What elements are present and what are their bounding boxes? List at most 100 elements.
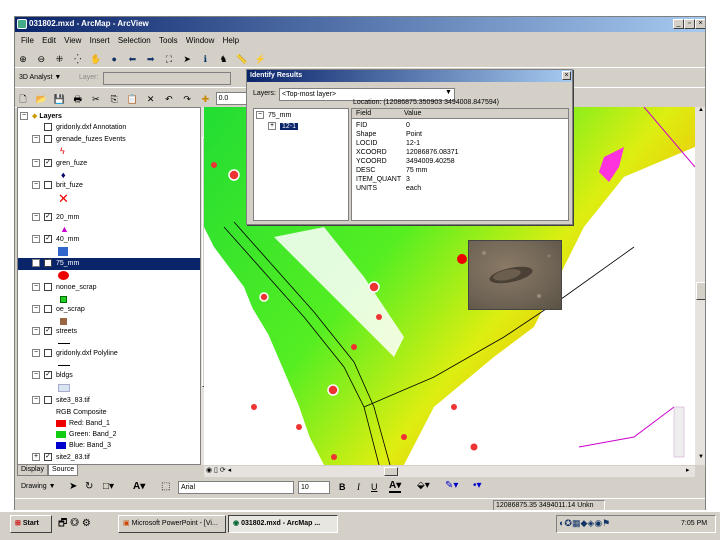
layer-checkbox[interactable] xyxy=(44,123,52,132)
layer-item[interactable]: − ✓ gren_fuze xyxy=(32,158,87,170)
start-button[interactable]: ⊞ Start xyxy=(10,515,52,533)
menu-insert[interactable]: Insert xyxy=(90,34,110,48)
menu-selection[interactable]: Selection xyxy=(118,34,151,48)
layer-dropdown[interactable] xyxy=(103,72,231,85)
delete-icon[interactable]: ✕ xyxy=(144,92,158,106)
new-icon[interactable]: 🗋 xyxy=(16,92,30,106)
drawing-menu[interactable]: Drawing ▼ xyxy=(21,483,56,490)
forward-icon[interactable]: ➡ xyxy=(144,52,158,66)
layer-item[interactable]: gridonly.dxf Annotation xyxy=(32,122,126,134)
collapse-icon[interactable]: − xyxy=(32,327,40,336)
layer-item[interactable]: − ✓ 20_mm xyxy=(32,212,79,224)
callout-icon[interactable]: ⬚ xyxy=(161,481,170,492)
layer-item[interactable]: − oe_scrap xyxy=(32,304,85,316)
zoom-in-icon[interactable]: ⊕ xyxy=(16,52,30,66)
tab-display[interactable]: Display xyxy=(17,464,48,476)
layer-item[interactable]: − nonoe_scrap xyxy=(32,282,96,294)
map-hscroll-thumb[interactable] xyxy=(384,467,398,476)
menu-view[interactable]: View xyxy=(64,34,81,48)
layer-checkbox[interactable]: ✓ xyxy=(44,213,52,222)
select-features-icon[interactable]: ⛶ xyxy=(162,52,176,66)
map-horizontal-scrollbar[interactable]: ◉ ▯ ⟳ ◂ ▸ xyxy=(204,466,695,477)
3d-analyst-menu[interactable]: 3D Analyst ▼ xyxy=(19,74,61,81)
quick-launch-icons[interactable]: 🗗 ◎ ⚙ xyxy=(58,516,91,533)
collapse-icon[interactable]: − xyxy=(32,305,40,314)
line-color-icon[interactable]: ✎▾ xyxy=(445,480,458,491)
layer-checkbox[interactable] xyxy=(44,396,52,405)
scroll-down-icon[interactable]: ▼ xyxy=(696,454,705,464)
layer-item[interactable]: − ✓ bldgs xyxy=(32,370,73,382)
collapse-icon[interactable]: − xyxy=(32,283,40,292)
close-button[interactable]: × xyxy=(695,19,705,29)
menu-window[interactable]: Window xyxy=(186,34,214,48)
underline-button[interactable]: U xyxy=(371,482,378,492)
tray-icons[interactable]: ◐✪▦◆◈◉⚑ xyxy=(559,518,610,529)
layer-item[interactable]: − ✓ streets xyxy=(32,326,77,338)
collapse-icon[interactable]: − xyxy=(32,259,40,268)
collapse-icon[interactable]: − xyxy=(32,349,40,358)
text-tool-icon[interactable]: A▾ xyxy=(133,481,145,492)
layer-item[interactable]: + ✓ site2_83.tif xyxy=(32,452,90,464)
layer-checkbox[interactable]: ✓ xyxy=(44,327,52,336)
collapse-icon[interactable]: − xyxy=(32,135,40,144)
layer-checkbox[interactable]: ✓ xyxy=(44,159,52,168)
layer-checkbox[interactable] xyxy=(44,305,52,314)
font-dropdown[interactable]: Arial xyxy=(178,481,294,494)
redo-icon[interactable]: ↷ xyxy=(180,92,194,106)
menu-help[interactable]: Help xyxy=(223,34,239,48)
undo-icon[interactable]: ↶ xyxy=(162,92,176,106)
tree-child[interactable]: +12-1 xyxy=(268,122,299,130)
layer-item[interactable]: − gridonly.dxf Polyline xyxy=(32,348,118,360)
layer-item[interactable]: − ✓ 40_mm xyxy=(32,234,79,246)
collapse-icon[interactable]: − xyxy=(32,159,40,168)
find-icon[interactable]: ♞ xyxy=(217,52,231,66)
copy-icon[interactable]: ⎘ xyxy=(107,92,121,106)
back-icon[interactable]: ⬅ xyxy=(125,52,139,66)
font-size-dropdown[interactable]: 10 xyxy=(298,481,330,494)
layer-checkbox[interactable]: ✓ xyxy=(44,371,52,380)
tab-source[interactable]: Source xyxy=(47,464,79,476)
hyperlink-icon[interactable]: ⚡ xyxy=(253,52,267,66)
layer-checkbox[interactable] xyxy=(44,135,52,144)
measure-icon[interactable]: 📏 xyxy=(235,52,249,66)
layer-checkbox[interactable]: ✓ xyxy=(44,453,52,462)
collapse-icon[interactable]: − xyxy=(32,371,40,380)
expand-icon[interactable]: + xyxy=(268,122,276,130)
print-icon[interactable]: 🖶 xyxy=(71,92,85,106)
collapse-icon[interactable]: − xyxy=(32,213,40,222)
rotate-icon[interactable]: ↻ xyxy=(85,481,93,492)
menu-tools[interactable]: Tools xyxy=(159,34,178,48)
collapse-icon[interactable]: − xyxy=(20,112,28,121)
map-vertical-scrollbar[interactable]: ▲ ▼ xyxy=(695,107,705,465)
tree-root[interactable]: −75_mm xyxy=(256,111,291,119)
italic-button[interactable]: I xyxy=(357,482,360,492)
task-powerpoint[interactable]: ▣ Microsoft PowerPoint - [Vi... xyxy=(118,515,226,533)
layer-item[interactable]: − site3_83.tif xyxy=(32,395,90,407)
rectangle-tool-icon[interactable]: □▾ xyxy=(103,481,114,492)
cut-icon[interactable]: ✂ xyxy=(89,92,103,106)
layer-checkbox[interactable]: ✓ xyxy=(44,259,52,268)
layer-checkbox[interactable]: ✓ xyxy=(44,235,52,244)
font-color-icon[interactable]: A▾ xyxy=(389,480,402,493)
pan-icon[interactable]: ✋ xyxy=(89,52,103,66)
fixed-zoom-out-icon[interactable]: ⁛ xyxy=(71,52,85,66)
layer-item[interactable]: − grenade_fuzes Events xyxy=(32,134,126,146)
map-vscroll-thumb[interactable] xyxy=(696,282,705,300)
add-data-icon[interactable]: ✚ xyxy=(198,92,212,106)
dropdown-arrow-icon[interactable]: ▼ xyxy=(445,89,452,96)
identify-icon[interactable]: ℹ xyxy=(198,52,212,66)
full-extent-icon[interactable]: ● xyxy=(107,52,121,66)
collapse-icon[interactable]: − xyxy=(256,111,264,119)
zoom-out-icon[interactable]: ⊖ xyxy=(34,52,48,66)
identify-close-icon[interactable]: × xyxy=(562,71,571,80)
task-arcmap[interactable]: ◉ 031802.mxd - ArcMap ... xyxy=(228,515,338,533)
maximize-button[interactable]: ▫ xyxy=(684,19,695,29)
paste-icon[interactable]: 📋 xyxy=(125,92,139,106)
minimize-button[interactable]: _ xyxy=(673,19,684,29)
collapse-icon[interactable]: − xyxy=(32,396,40,405)
save-icon[interactable]: 💾 xyxy=(52,92,66,106)
layout-view-icons[interactable]: ◉ ▯ ⟳ ◂ xyxy=(206,466,231,474)
layer-checkbox[interactable] xyxy=(44,283,52,292)
identify-results-dialog[interactable]: Identify Results × Layers: <Top-most lay… xyxy=(246,69,573,225)
scroll-up-icon[interactable]: ▲ xyxy=(696,107,705,117)
